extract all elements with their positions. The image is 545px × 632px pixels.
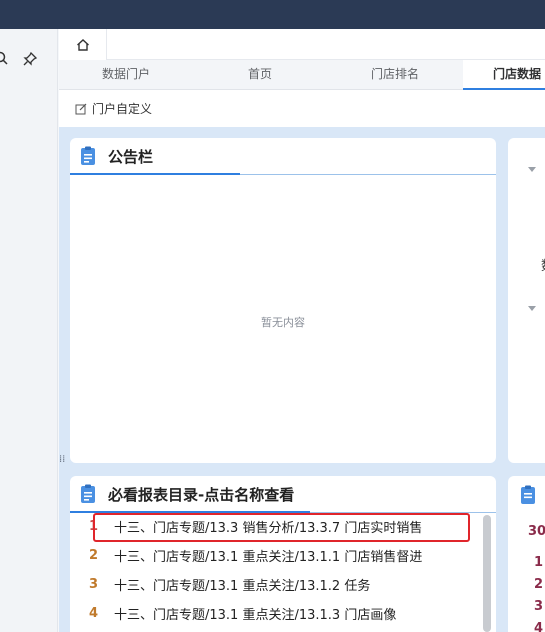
right-card-top: 数 [508, 138, 545, 463]
report-directory-card: 必看报表目录-点击名称查看 1 十三、门店专题/13.3 销售分析/13.3.7… [70, 476, 496, 632]
home-button[interactable] [59, 29, 107, 60]
ranking-count: 30 [528, 524, 545, 539]
right-card-bottom: 30 1 2 3 4 [508, 476, 545, 632]
partial-label: 数 [541, 255, 545, 274]
top-app-bar [0, 0, 545, 29]
clipboard-icon [521, 485, 535, 504]
rank-number: 2 [534, 577, 544, 592]
report-card-header: 必看报表目录-点击名称查看 [70, 476, 496, 512]
dropdown-arrow-icon[interactable] [528, 167, 536, 172]
header-accent [70, 173, 240, 175]
notice-card: 公告栏 暂无内容 [70, 138, 496, 463]
home-icon [76, 38, 89, 51]
customize-portal-button[interactable]: 门户自定义 [75, 100, 152, 117]
clipboard-icon [81, 146, 95, 165]
left-sidebar [0, 29, 58, 632]
report-item[interactable]: 4 十三、门店专题/13.1 重点关注/13.1.3 门店画像 [70, 599, 484, 628]
report-item[interactable]: 3 十三、门店专题/13.1 重点关注/13.1.2 任务 [70, 570, 484, 599]
notice-card-header: 公告栏 [70, 138, 496, 174]
drag-handle-icon[interactable]: ⁞⁞ [59, 455, 67, 472]
report-link[interactable]: 十三、门店专题/13.1 重点关注/13.1.2 任务 [114, 575, 370, 594]
pin-icon[interactable] [22, 51, 38, 67]
portal-toolbar: 门户自定义 [59, 90, 545, 127]
empty-message: 暂无内容 [261, 316, 305, 329]
report-card-title: 必看报表目录-点击名称查看 [108, 485, 295, 504]
rank-number: 4 [534, 621, 544, 632]
tab-home[interactable]: 首页 [193, 60, 327, 90]
tab-store-data[interactable]: 门店数据 [463, 60, 545, 90]
tab-data-portal[interactable]: 数据门户 [59, 60, 193, 90]
dropdown-arrow-icon[interactable] [528, 306, 536, 311]
notice-card-title: 公告栏 [108, 147, 154, 166]
search-icon[interactable] [0, 51, 10, 67]
selection-highlight [93, 513, 470, 542]
tab-store-ranking[interactable]: 门店排名 [327, 60, 463, 90]
edit-icon [75, 103, 87, 114]
dashboard-canvas: 公告栏 暂无内容 数 必看报表目录-点击名称查看 1 十三、门店专题/13.3 … [59, 127, 545, 632]
home-bar [59, 29, 545, 60]
report-link[interactable]: 十三、门店专题/13.1 重点关注/13.1.3 门店画像 [114, 604, 396, 623]
portal-tabs: 数据门户 首页 门店排名 门店数据 [59, 60, 545, 90]
clipboard-icon [81, 484, 95, 503]
rank-number: 1 [534, 555, 544, 570]
report-item[interactable]: 2 十三、门店专题/13.1 重点关注/13.1.1 门店销售督进 [70, 541, 484, 570]
rank-number: 3 [534, 599, 544, 614]
report-list-scrollbar[interactable] [483, 515, 491, 632]
report-link[interactable]: 十三、门店专题/13.1 重点关注/13.1.1 门店销售督进 [114, 546, 422, 565]
